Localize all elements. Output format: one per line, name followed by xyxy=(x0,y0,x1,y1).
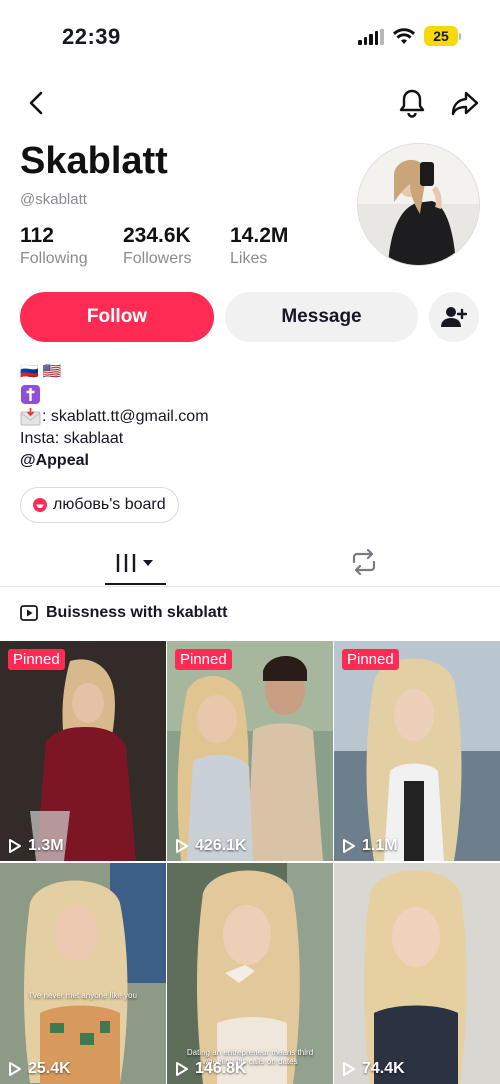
follow-button[interactable]: Follow xyxy=(20,292,214,342)
bio-email: : skablatt.tt@gmail.com xyxy=(42,408,209,425)
video-tile[interactable]: 74.4K xyxy=(334,863,500,1084)
view-count: 146.8K xyxy=(175,1060,247,1078)
share-icon[interactable] xyxy=(450,88,480,123)
play-icon xyxy=(9,839,21,853)
battery-level: 25 xyxy=(433,28,449,44)
repost-icon xyxy=(352,548,376,576)
pinned-badge: Pinned xyxy=(342,649,399,670)
view-count-value: 1.3M xyxy=(28,837,64,854)
stat-likes-value: 14.2M xyxy=(230,224,289,247)
profile-handle: @skablatt xyxy=(20,191,87,208)
stat-followers-label: Followers xyxy=(123,250,192,267)
video-tile[interactable]: Pinned 1.3M xyxy=(0,641,166,861)
video-grid: Pinned 1.3M Pinned 426.1K Pinned 1.1M I'… xyxy=(0,641,500,1084)
play-icon xyxy=(9,1062,21,1076)
add-user-icon xyxy=(441,307,467,327)
stat-followers[interactable]: 234.6K Followers xyxy=(123,224,191,268)
board-label: любовь's board xyxy=(53,496,166,513)
play-icon xyxy=(343,839,355,853)
video-thumbnail xyxy=(334,641,500,861)
pinned-badge: Pinned xyxy=(175,649,232,670)
bio-flags: 🇷🇺 🇺🇸 xyxy=(20,363,62,380)
board-icon xyxy=(33,498,47,512)
bell-icon[interactable] xyxy=(398,88,426,123)
envelope-icon xyxy=(20,407,42,427)
video-thumbnail xyxy=(334,863,500,1084)
avatar[interactable] xyxy=(357,143,480,266)
stat-likes[interactable]: 14.2M Likes xyxy=(230,224,288,268)
battery-tip xyxy=(459,33,461,40)
video-thumbnail xyxy=(0,641,166,861)
play-icon xyxy=(176,1062,188,1076)
video-tile[interactable]: I've never met anyone like you 25.4K xyxy=(0,863,166,1084)
wifi-icon xyxy=(392,26,416,51)
back-icon[interactable] xyxy=(26,90,48,121)
video-caption: I've never met anyone like you xyxy=(29,991,137,1000)
view-count: 426.1K xyxy=(175,837,247,855)
playlist-icon xyxy=(20,605,38,621)
video-thumbnail xyxy=(167,641,333,861)
reposts-tab[interactable] xyxy=(350,548,378,580)
view-count: 74.4K xyxy=(342,1060,405,1078)
play-icon xyxy=(176,839,188,853)
stat-following[interactable]: 112 Following xyxy=(20,224,88,268)
video-thumbnail xyxy=(0,863,166,1084)
view-count-value: 25.4K xyxy=(28,1060,71,1077)
videos-tab[interactable] xyxy=(116,552,156,579)
pinned-badge: Pinned xyxy=(8,649,65,670)
playlist-link[interactable]: Buissness with skablatt xyxy=(20,604,227,622)
view-count-value: 426.1K xyxy=(195,837,247,854)
message-button[interactable]: Message xyxy=(225,292,418,342)
battery-icon: 25 xyxy=(424,26,458,46)
view-count: 1.1M xyxy=(342,837,398,855)
view-count-value: 74.4K xyxy=(362,1060,405,1077)
stat-following-label: Following xyxy=(20,250,88,267)
bio-mention-link[interactable]: @Appeal xyxy=(20,452,89,470)
bio-insta: Insta: skablaat xyxy=(20,430,124,447)
video-tile[interactable]: Pinned 1.1M xyxy=(334,641,500,861)
add-friend-button[interactable] xyxy=(429,292,479,342)
board-chip[interactable]: любовь's board xyxy=(20,487,179,523)
latin-cross-icon xyxy=(21,385,40,404)
stat-followers-value: 234.6K xyxy=(123,224,191,247)
view-count: 25.4K xyxy=(8,1060,71,1078)
playlist-label: Buissness with skablatt xyxy=(46,604,228,621)
status-time: 22:39 xyxy=(62,24,121,49)
stat-likes-label: Likes xyxy=(230,250,268,267)
profile-name: Skablatt xyxy=(20,140,168,182)
view-count: 1.3M xyxy=(8,837,64,855)
active-tab-indicator xyxy=(105,583,166,585)
grid-icon xyxy=(116,554,153,572)
cellular-signal-icon xyxy=(358,29,384,45)
view-count-value: 1.1M xyxy=(362,837,398,854)
video-tile[interactable]: Dating an entrepreneur means third wheel… xyxy=(167,863,333,1084)
play-icon xyxy=(343,1062,355,1076)
video-tile[interactable]: Pinned 426.1K xyxy=(167,641,333,861)
tab-divider xyxy=(0,586,500,587)
stat-following-value: 112 xyxy=(20,224,54,247)
view-count-value: 146.8K xyxy=(195,1060,247,1077)
